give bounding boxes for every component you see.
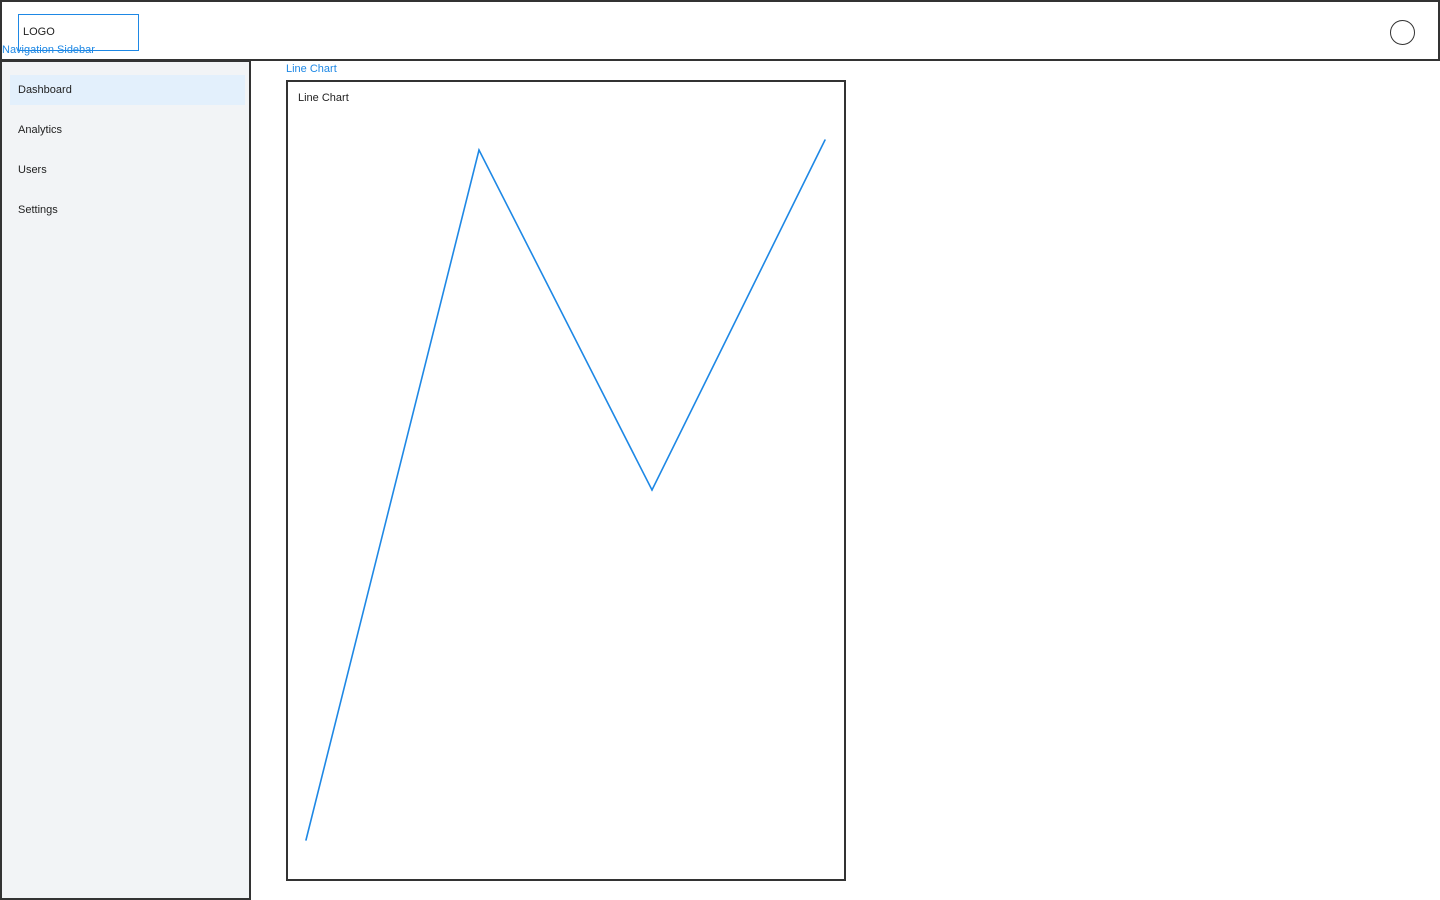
user-avatar[interactable] (1390, 20, 1415, 45)
sidebar-item-dashboard[interactable]: Dashboard (10, 75, 245, 105)
sidebar-item-analytics[interactable]: Analytics (10, 115, 245, 145)
chart-data-point (478, 149, 480, 151)
chart-data-point (824, 139, 826, 141)
sidebar-item-users[interactable]: Users (10, 155, 245, 185)
line-chart-card: Line Chart (286, 80, 846, 881)
navigation-sidebar: Dashboard Analytics Users Settings (0, 60, 251, 900)
top-header: LOGO (0, 0, 1440, 61)
line-chart (305, 139, 826, 841)
chart-data-point (651, 489, 653, 491)
chart-data-point (305, 839, 307, 841)
chart-section-label: Line Chart (286, 63, 337, 75)
chart-series-line (305, 139, 826, 841)
sidebar-item-settings[interactable]: Settings (10, 195, 245, 225)
sidebar-region-label: Navigation Sidebar (2, 44, 95, 56)
